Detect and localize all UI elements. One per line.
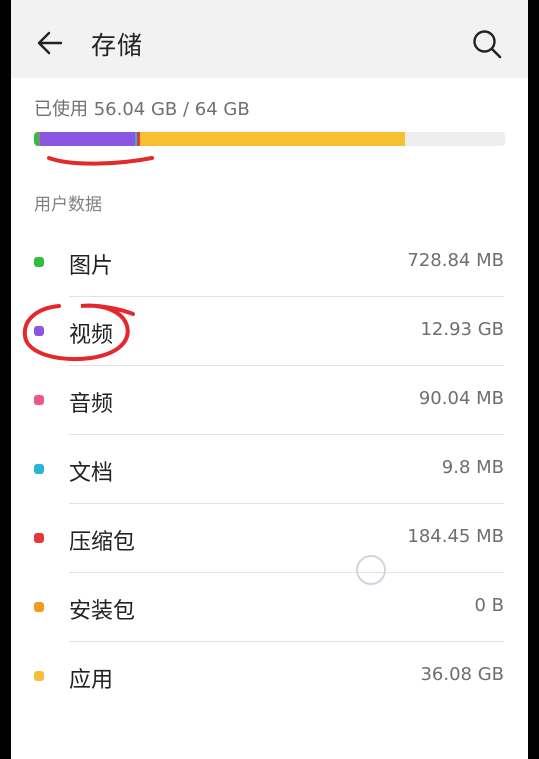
category-label: 图片 <box>69 254 114 279</box>
category-size: 9.8 MB <box>441 457 504 478</box>
storage-category-list: 图片 728.84 MB 视频 12.93 GB 音频 90.04 MB 文档 9.8 MB 压… <box>11 228 528 711</box>
search-button[interactable] <box>471 28 503 60</box>
category-size: 184.45 MB <box>407 526 504 547</box>
storage-category-row[interactable]: 安装包 0 B <box>11 573 528 642</box>
page-title: 存储 <box>91 31 144 60</box>
storage-usage-text: 已使用 56.04 GB / 64 GB <box>34 99 250 120</box>
back-button[interactable] <box>35 28 65 58</box>
category-color-dot <box>34 533 44 543</box>
category-size: 90.04 MB <box>418 388 504 409</box>
touch-indicator <box>356 555 386 585</box>
category-label: 压缩包 <box>69 530 136 555</box>
section-title: 用户数据 <box>34 195 102 215</box>
category-color-dot <box>34 671 44 681</box>
usage-bar-segment-5 <box>139 132 406 146</box>
storage-screen: 存储 已使用 56.04 GB / 64 GB 用户数据 图片 728.84 MB… <box>11 0 528 759</box>
usage-bar-segment-2 <box>40 132 136 146</box>
category-color-dot <box>34 602 44 612</box>
category-label: 安装包 <box>69 599 136 624</box>
back-arrow-icon <box>37 31 63 55</box>
category-size: 0 B <box>474 595 504 616</box>
storage-category-row[interactable]: 音频 90.04 MB <box>11 366 528 435</box>
category-size: 728.84 MB <box>407 250 504 271</box>
red-underline-annotation <box>47 156 154 166</box>
search-icon <box>473 30 502 59</box>
category-color-dot <box>34 464 44 474</box>
category-label: 应用 <box>69 668 114 693</box>
storage-category-row[interactable]: 图片 728.84 MB <box>11 228 528 297</box>
storage-usage-bar <box>34 132 505 146</box>
storage-category-row[interactable]: 压缩包 184.45 MB <box>11 504 528 573</box>
red-circle-annotation <box>22 303 135 361</box>
app-header: 存储 <box>11 0 528 78</box>
storage-category-row[interactable]: 应用 36.08 GB <box>11 642 528 711</box>
category-label: 文档 <box>69 461 114 486</box>
category-color-dot <box>34 395 44 405</box>
category-color-dot <box>34 257 44 267</box>
storage-category-row[interactable]: 文档 9.8 MB <box>11 435 528 504</box>
category-size: 36.08 GB <box>420 664 504 685</box>
category-label: 音频 <box>69 392 114 417</box>
category-size: 12.93 GB <box>420 319 504 340</box>
